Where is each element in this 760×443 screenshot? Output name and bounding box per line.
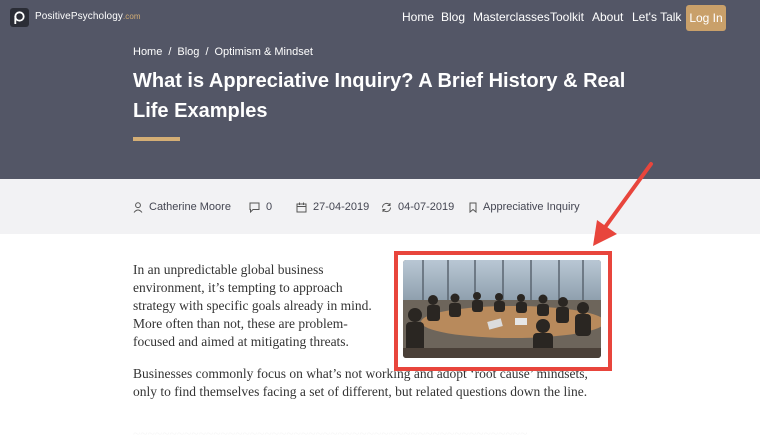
updated-date: 04-07-2019 <box>398 201 455 213</box>
nav-link-blog[interactable]: Blog <box>441 10 465 24</box>
refresh-icon <box>381 202 392 212</box>
breadcrumb: Home / Blog / Optimism & Mindset <box>133 46 313 58</box>
breadcrumb-blog[interactable]: Blog <box>177 46 199 58</box>
nav-link-home[interactable]: Home <box>402 10 434 24</box>
author-name: Catherine Moore <box>149 201 231 213</box>
title-underline <box>133 137 180 141</box>
nav-link-toolkit[interactable]: Toolkit <box>550 10 584 24</box>
nav-link-lets-talk[interactable]: Let's Talk <box>632 10 681 24</box>
arrow-icon <box>593 162 653 246</box>
brand-suffix: .com <box>122 12 141 21</box>
breadcrumb-separator: / <box>205 46 209 58</box>
breadcrumb-separator: / <box>168 46 172 58</box>
top-navigation: PositivePsychology.com Home Blog Masterc… <box>0 0 760 36</box>
nav-link-masterclasses[interactable]: Masterclasses <box>473 10 550 24</box>
breadcrumb-home[interactable]: Home <box>133 46 162 58</box>
article-paragraph: In an unpredictable global business envi… <box>133 262 372 349</box>
user-icon <box>133 201 143 213</box>
brand-name[interactable]: PositivePsychology.com <box>35 11 141 22</box>
comment-icon <box>249 202 260 213</box>
brand-name-text: PositivePsychology <box>35 11 123 22</box>
published-date: 27-04-2019 <box>313 201 370 213</box>
bookmark-icon <box>469 202 477 213</box>
author-meta[interactable]: Catherine Moore <box>133 200 231 214</box>
comments-meta[interactable]: 0 <box>249 200 272 214</box>
category-meta[interactable]: Appreciative Inquiry <box>469 200 580 214</box>
logo-icon[interactable] <box>10 8 29 27</box>
comment-count: 0 <box>266 201 273 213</box>
login-button[interactable]: Log In <box>686 5 726 31</box>
page-title: What is Appreciative Inquiry? A Brief Hi… <box>133 70 626 122</box>
nav-link-about[interactable]: About <box>592 10 623 24</box>
published-date-meta: 27-04-2019 <box>296 200 369 214</box>
updated-date-meta: 04-07-2019 <box>381 200 454 214</box>
category-name: Appreciative Inquiry <box>483 201 580 213</box>
meeting-photo <box>403 260 601 358</box>
content-fade <box>0 395 760 435</box>
calendar-icon <box>296 202 307 212</box>
breadcrumb-category[interactable]: Optimism & Mindset <box>215 46 313 58</box>
